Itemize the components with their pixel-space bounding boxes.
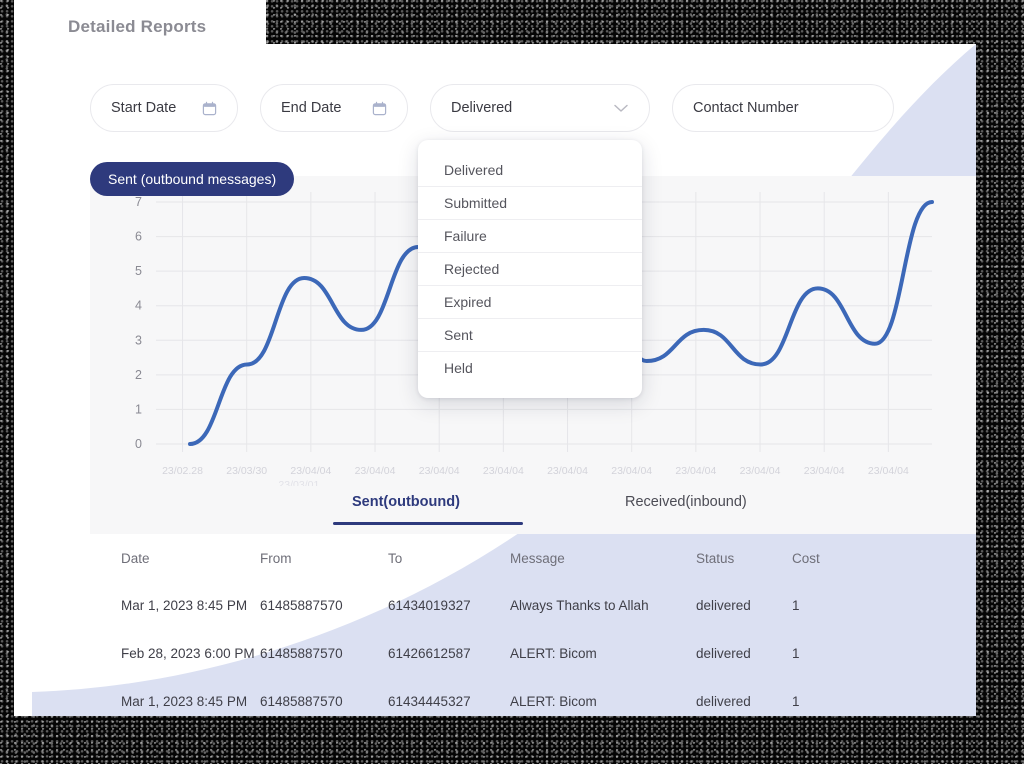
dropdown-option-failure[interactable]: Failure (418, 220, 642, 253)
x-axis-tick: 23/04/04 (290, 465, 331, 477)
column-header-status: Status (696, 551, 792, 566)
table-header-row: Date From To Message Status Cost (90, 540, 976, 576)
start-date-field[interactable]: Start Date (90, 84, 238, 132)
page-title: Detailed Reports (68, 17, 206, 37)
column-header-from: From (260, 551, 388, 566)
active-tab-underline (333, 522, 523, 525)
y-axis-tick: 0 (135, 437, 142, 451)
x-axis-tick: 23/04/04 (740, 465, 781, 477)
cell-message: ALERT: Bicom (510, 694, 696, 709)
cell-status: delivered (696, 694, 792, 709)
cell-to: 61434445327 (388, 694, 510, 709)
cell-to: 61434019327 (388, 598, 510, 613)
status-select-value: Delivered (451, 100, 512, 116)
x-axis-tick: 23/04/04 (675, 465, 716, 477)
cell-status: delivered (696, 646, 792, 661)
calendar-icon[interactable] (372, 101, 387, 116)
x-axis-tick: 23/04/04 (355, 465, 396, 477)
column-header-to: To (388, 551, 510, 566)
chart-badge: Sent (outbound messages) (90, 162, 294, 196)
table-spacer (90, 576, 976, 586)
column-header-message: Message (510, 551, 696, 566)
status-dropdown-menu[interactable]: Delivered Submitted Failure Rejected Exp… (418, 140, 642, 398)
cell-to: 61426612587 (388, 646, 510, 661)
cell-cost: 1 (792, 694, 852, 709)
dropdown-option-delivered[interactable]: Delivered (418, 154, 642, 187)
cell-message: ALERT: Bicom (510, 646, 696, 661)
y-axis-tick: 3 (135, 333, 142, 347)
column-header-date: Date (90, 551, 260, 566)
y-axis-tick: 6 (135, 230, 142, 244)
y-axis-tick: 2 (135, 368, 142, 382)
x-axis-tick: 23/04/04 (547, 465, 588, 477)
dropdown-option-rejected[interactable]: Rejected (418, 253, 642, 286)
cell-status: delivered (696, 598, 792, 613)
tab-received-inbound[interactable]: Received(inbound) (625, 494, 747, 510)
table-row[interactable]: Feb 28, 2023 6:00 PM 61485887570 6142661… (90, 634, 976, 672)
detailed-reports-card: Start Date End Date Delivered (32, 44, 976, 716)
y-axis-tick: 7 (135, 195, 142, 209)
x-axis-tick: 23/04/04 (419, 465, 460, 477)
end-date-field[interactable]: End Date (260, 84, 408, 132)
cell-cost: 1 (792, 646, 852, 661)
x-axis-tick: 23/03/30 (226, 465, 267, 477)
y-axis-tick: 5 (135, 264, 142, 278)
cell-message: Always Thanks to Allah (510, 598, 696, 613)
reports-table: Date From To Message Status Cost Mar 1, … (90, 534, 976, 716)
dropdown-option-expired[interactable]: Expired (418, 286, 642, 319)
y-axis-tick: 4 (135, 299, 142, 313)
tab-sent-outbound[interactable]: Sent(outbound) (352, 494, 460, 510)
table-spacer (90, 672, 976, 682)
start-date-label: Start Date (111, 100, 176, 116)
x-axis-tick: 23/04/04 (611, 465, 652, 477)
calendar-icon[interactable] (202, 101, 217, 116)
cell-from: 61485887570 (260, 646, 388, 661)
cell-from: 61485887570 (260, 694, 388, 709)
y-axis-tick: 1 (135, 402, 142, 416)
x-axis-tick-secondary: 23/03/01 (278, 479, 319, 486)
chevron-down-icon[interactable] (613, 103, 629, 113)
table-spacer (90, 624, 976, 634)
end-date-label: End Date (281, 100, 341, 116)
x-axis-tick: 23/04/04 (483, 465, 524, 477)
contact-number-label: Contact Number (693, 100, 799, 116)
x-axis-tick: 23/02.28 (162, 465, 203, 477)
chart-tabs: Sent(outbound) Received(inbound) (90, 486, 976, 534)
dropdown-option-held[interactable]: Held (418, 352, 642, 384)
x-axis-tick: 23/04/04 (804, 465, 845, 477)
dropdown-option-sent[interactable]: Sent (418, 319, 642, 352)
status-select[interactable]: Delivered (430, 84, 650, 132)
column-header-cost: Cost (792, 551, 852, 566)
cell-date: Mar 1, 2023 8:45 PM (90, 694, 260, 709)
filter-bar: Start Date End Date Delivered (90, 84, 894, 132)
cell-from: 61485887570 (260, 598, 388, 613)
cell-date: Feb 28, 2023 6:00 PM (90, 646, 260, 661)
dropdown-option-submitted[interactable]: Submitted (418, 187, 642, 220)
table-row[interactable]: Mar 1, 2023 8:45 PM 61485887570 61434019… (90, 586, 976, 624)
x-axis-tick: 23/04/04 (868, 465, 909, 477)
contact-number-field[interactable]: Contact Number (672, 84, 894, 132)
table-row[interactable]: Mar 1, 2023 8:45 PM 61485887570 61434445… (90, 682, 976, 716)
cell-date: Mar 1, 2023 8:45 PM (90, 598, 260, 613)
cell-cost: 1 (792, 598, 852, 613)
page-background-left (14, 0, 32, 716)
